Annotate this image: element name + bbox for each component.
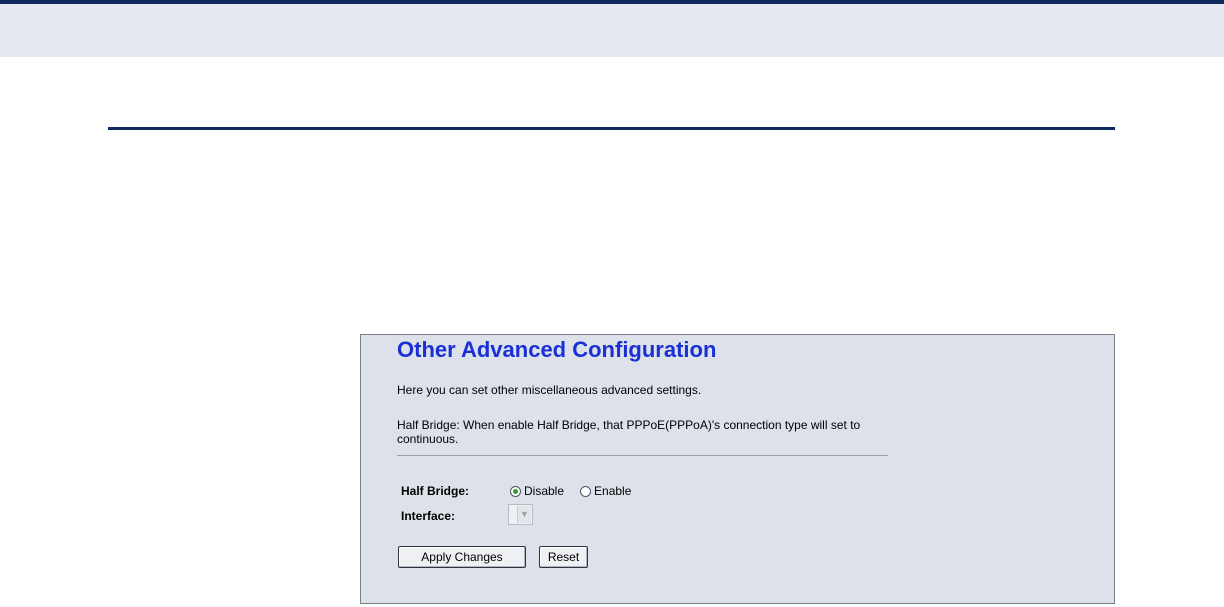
reset-button[interactable]: Reset — [539, 546, 588, 568]
page-title: Other Advanced Configuration — [397, 337, 717, 362]
radio-disable[interactable] — [510, 485, 521, 497]
apply-changes-button[interactable]: Apply Changes — [398, 546, 526, 568]
radio-disable-label[interactable]: Disable — [524, 484, 564, 498]
interface-select[interactable]: ▼ — [508, 504, 533, 525]
divider — [397, 455, 888, 456]
chevron-down-icon[interactable]: ▼ — [517, 506, 531, 523]
interface-label: Interface: — [401, 509, 456, 523]
section-rule — [108, 127, 1115, 130]
half-bridge-radio-group: Disable Enable — [510, 484, 647, 498]
radio-enable[interactable] — [580, 485, 592, 497]
half-bridge-label: Half Bridge: — [401, 484, 470, 498]
radio-selected-dot — [513, 488, 518, 494]
radio-enable-label[interactable]: Enable — [594, 484, 631, 498]
intro-text: Here you can set other miscellaneous adv… — [397, 383, 702, 397]
header-band — [0, 0, 1224, 57]
half-bridge-note: Half Bridge: When enable Half Bridge, th… — [397, 418, 861, 446]
config-panel: Other Advanced Configuration Here you ca… — [360, 334, 1115, 604]
